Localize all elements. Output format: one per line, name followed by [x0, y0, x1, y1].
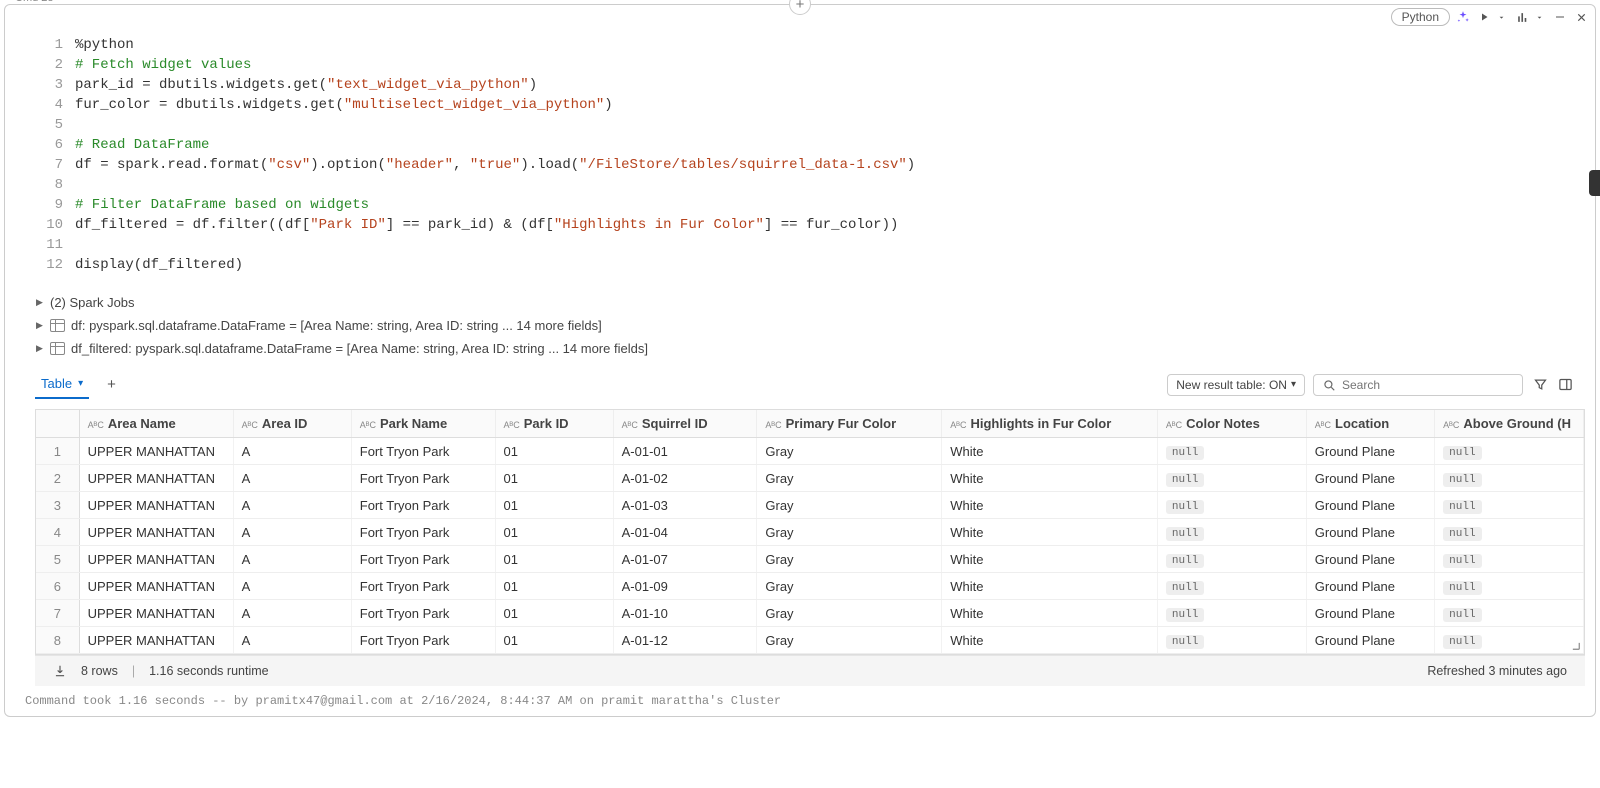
column-header[interactable]: AᴮCAbove Ground (H [1435, 410, 1584, 438]
table-row[interactable]: 4UPPER MANHATTANAFort Tryon Park01A-01-0… [36, 519, 1584, 546]
df-schema-text: df: pyspark.sql.dataframe.DataFrame = [A… [71, 318, 602, 333]
tab-table[interactable]: Table ▾ [35, 370, 89, 399]
chevron-down-icon: ▾ [78, 378, 83, 389]
caret-right-icon: ▶ [35, 321, 44, 330]
refreshed-label: Refreshed 3 minutes ago [1427, 664, 1567, 678]
results-chart-icon[interactable] [1514, 9, 1530, 25]
table-row[interactable]: 2UPPER MANHATTANAFort Tryon Park01A-01-0… [36, 465, 1584, 492]
side-toggle-handle[interactable] [1589, 170, 1600, 196]
download-icon[interactable] [53, 664, 67, 678]
result-status-bar: 8 rows | 1.16 seconds runtime Refreshed … [35, 655, 1585, 686]
language-pill[interactable]: Python [1391, 8, 1450, 26]
cell-label: Cmd 28 [15, 0, 54, 4]
search-icon [1322, 378, 1336, 392]
df-filtered-schema-text: df_filtered: pyspark.sql.dataframe.DataF… [71, 341, 648, 356]
column-header[interactable]: AᴮCColor Notes [1157, 410, 1306, 438]
table-row[interactable]: 7UPPER MANHATTANAFort Tryon Park01A-01-1… [36, 600, 1584, 627]
filter-icon[interactable] [1533, 377, 1548, 392]
cell-toolbar: Python [1391, 8, 1589, 26]
spark-jobs-expand[interactable]: ▶ (2) Spark Jobs [35, 291, 1577, 314]
column-header[interactable]: AᴮCSquirrel ID [613, 410, 757, 438]
caret-right-icon: ▶ [35, 344, 44, 353]
resize-handle-icon[interactable] [1567, 637, 1581, 651]
table-row[interactable]: 1UPPER MANHATTANAFort Tryon Park01A-01-0… [36, 438, 1584, 465]
result-search-box[interactable] [1313, 374, 1523, 396]
caret-right-icon: ▶ [35, 298, 44, 307]
result-table-toggle-label: New result table: ON [1176, 378, 1287, 392]
result-table-toggle[interactable]: New result table: ON ▾ [1167, 374, 1305, 396]
runtime-label: 1.16 seconds runtime [149, 664, 269, 678]
add-viz-button[interactable]: + [99, 372, 124, 397]
line-number-gutter: 123456789101112 [5, 35, 75, 275]
code-editor[interactable]: 123456789101112 %python# Fetch widget va… [5, 5, 1595, 283]
dataframe-icon [50, 319, 65, 332]
result-toolbar: Table ▾ + New result table: ON ▾ [23, 364, 1585, 406]
df-schema-expand[interactable]: ▶ df: pyspark.sql.dataframe.DataFrame = … [35, 314, 1577, 337]
result-tabs: Table ▾ + [35, 370, 124, 399]
column-header[interactable]: AᴮCHighlights in Fur Color [942, 410, 1158, 438]
column-header[interactable]: AᴮCLocation [1306, 410, 1434, 438]
column-header[interactable]: AᴮCPark ID [495, 410, 613, 438]
panel-toggle-icon[interactable] [1558, 377, 1573, 392]
row-count-label: 8 rows [81, 664, 118, 678]
close-icon[interactable] [1573, 9, 1589, 25]
run-menu-chevron-icon[interactable] [1493, 9, 1509, 25]
command-footer: Command took 1.16 seconds -- by pramitx4… [5, 686, 1595, 716]
chevron-down-icon: ▾ [1291, 379, 1296, 390]
minimize-icon[interactable] [1552, 9, 1568, 25]
column-header[interactable]: AᴮCArea Name [79, 410, 233, 438]
table-row[interactable]: 8UPPER MANHATTANAFort Tryon Park01A-01-1… [36, 627, 1584, 654]
column-header[interactable]: AᴮCArea ID [233, 410, 351, 438]
df-filtered-schema-expand[interactable]: ▶ df_filtered: pyspark.sql.dataframe.Dat… [35, 337, 1577, 360]
result-table[interactable]: AᴮCArea NameAᴮCArea IDAᴮCPark NameAᴮCPar… [36, 410, 1584, 654]
assistant-icon[interactable] [1455, 9, 1471, 25]
notebook-cell: Cmd 28 + Python 123456789101112 %python#… [4, 4, 1596, 717]
result-table-container: AᴮCArea NameAᴮCArea IDAᴮCPark NameAᴮCPar… [35, 409, 1585, 655]
dataframe-icon [50, 342, 65, 355]
column-header[interactable]: AᴮCPrimary Fur Color [757, 410, 942, 438]
table-row[interactable]: 6UPPER MANHATTANAFort Tryon Park01A-01-0… [36, 573, 1584, 600]
results-menu-chevron-icon[interactable] [1531, 9, 1547, 25]
table-row[interactable]: 3UPPER MANHATTANAFort Tryon Park01A-01-0… [36, 492, 1584, 519]
column-header[interactable]: AᴮCPark Name [351, 410, 495, 438]
tab-table-label: Table [41, 376, 72, 391]
output-section: ▶ (2) Spark Jobs ▶ df: pyspark.sql.dataf… [5, 283, 1595, 364]
search-input[interactable] [1342, 378, 1514, 392]
code-content[interactable]: %python# Fetch widget valuespark_id = db… [75, 35, 1595, 275]
spark-jobs-label: (2) Spark Jobs [50, 295, 135, 310]
table-row[interactable]: 5UPPER MANHATTANAFort Tryon Park01A-01-0… [36, 546, 1584, 573]
run-cell-icon[interactable] [1476, 9, 1492, 25]
